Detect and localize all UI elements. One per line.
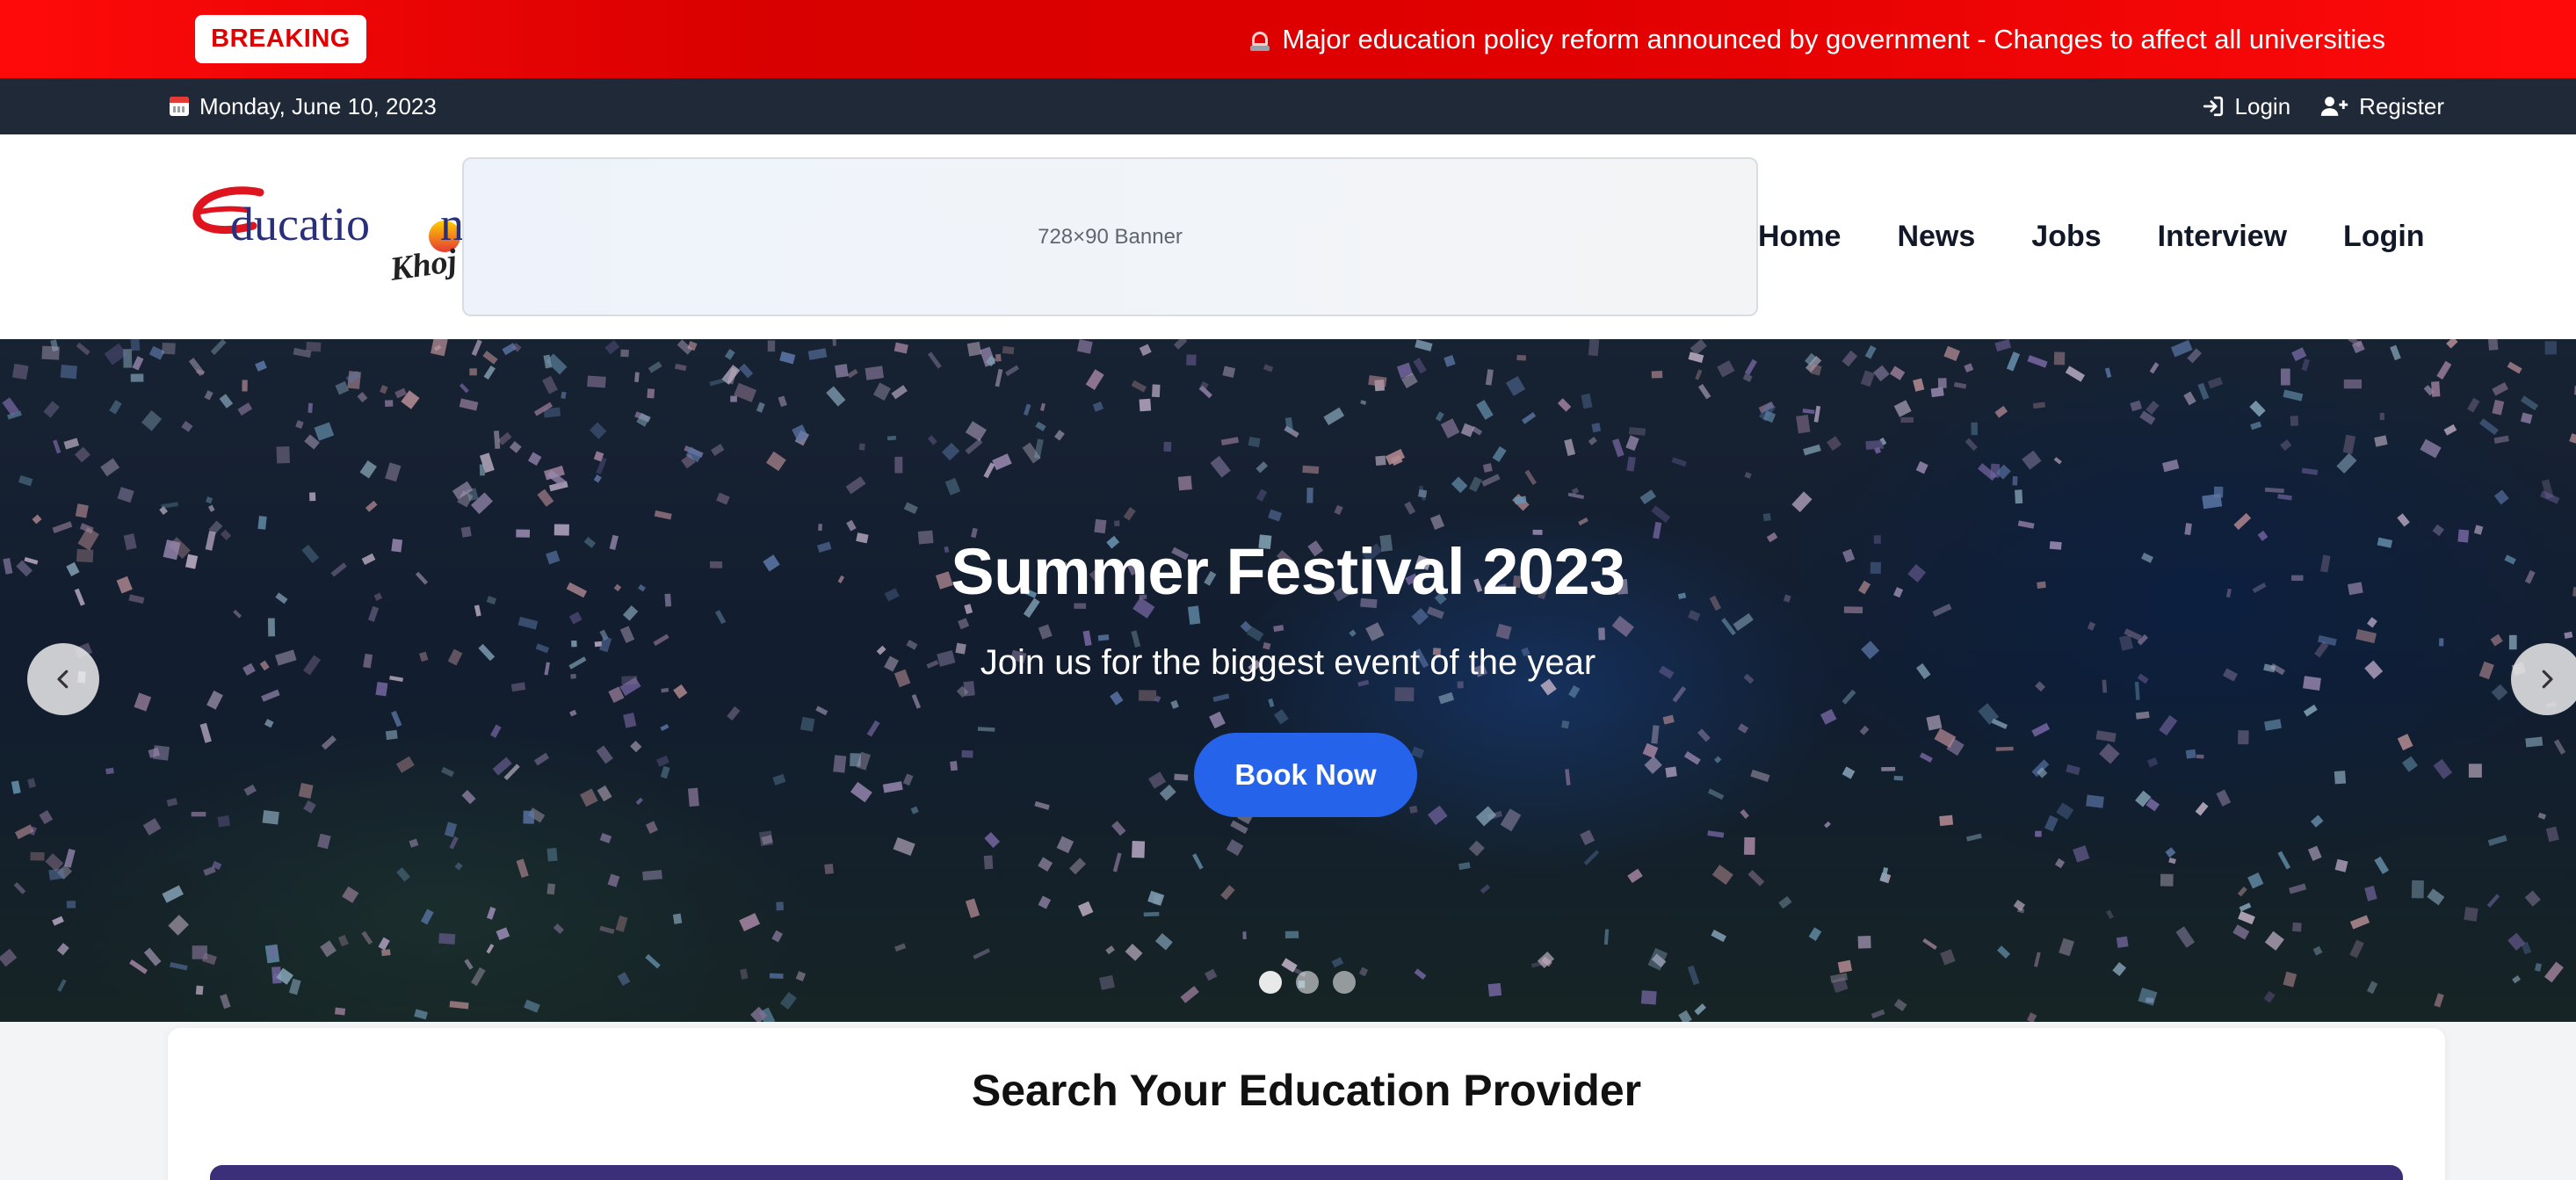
carousel-dot-2[interactable] bbox=[1296, 971, 1319, 994]
nav-login[interactable]: Login bbox=[2315, 220, 2453, 254]
nav-interview[interactable]: Interview bbox=[2130, 220, 2315, 254]
chevron-right-icon bbox=[2542, 670, 2553, 689]
carousel-dot-3[interactable] bbox=[1333, 971, 1356, 994]
login-link[interactable]: Login bbox=[2202, 92, 2291, 120]
nav-news[interactable]: News bbox=[1869, 220, 2003, 254]
breaking-headline[interactable]: Major education policy reform announced … bbox=[1282, 24, 2385, 55]
svg-text:Khoj: Khoj bbox=[387, 243, 459, 288]
ad-banner[interactable]: 728×90 Banner bbox=[462, 157, 1758, 316]
ad-banner-label: 728×90 Banner bbox=[1038, 224, 1183, 249]
nav-home[interactable]: Home bbox=[1758, 220, 1869, 254]
carousel-prev-button[interactable] bbox=[27, 643, 99, 715]
register-link[interactable]: Register bbox=[2320, 93, 2444, 120]
register-label: Register bbox=[2359, 92, 2444, 119]
hero-title: Summer Festival 2023 bbox=[951, 535, 1625, 608]
calendar-icon bbox=[170, 97, 189, 116]
top-utility-bar: Monday, June 10, 2023 Login Register bbox=[0, 78, 2576, 134]
carousel-next-button[interactable] bbox=[2511, 643, 2576, 715]
svg-text:ducatio: ducatio bbox=[230, 198, 370, 250]
search-section: Search Your Education Provider bbox=[168, 1028, 2445, 1180]
breaking-badge: BREAKING bbox=[195, 15, 366, 63]
carousel-dot-1[interactable] bbox=[1259, 971, 1282, 994]
site-logo[interactable]: ducatio n Khoj bbox=[192, 177, 464, 300]
siren-icon bbox=[1250, 28, 1270, 51]
current-date: Monday, June 10, 2023 bbox=[199, 92, 437, 119]
chevron-left-icon bbox=[57, 670, 69, 689]
auth-links: Login Register bbox=[2202, 78, 2444, 134]
user-plus-icon bbox=[2321, 97, 2348, 116]
search-title: Search Your Education Provider bbox=[971, 1066, 1642, 1115]
nav-jobs[interactable]: Jobs bbox=[2003, 220, 2129, 254]
breaking-news-bar: BREAKING Major education policy reform a… bbox=[0, 0, 2576, 78]
hero-subtitle: Join us for the biggest event of the yea… bbox=[980, 643, 1596, 682]
site-header: ducatio n Khoj 728×90 Banner Home News J… bbox=[0, 134, 2576, 339]
education-khoj-logo: ducatio n Khoj bbox=[192, 186, 464, 288]
hero-carousel: Summer Festival 2023 Join us for the big… bbox=[0, 339, 2576, 1022]
sign-in-icon bbox=[2203, 96, 2223, 117]
date-display: Monday, June 10, 2023 bbox=[170, 78, 437, 134]
login-label: Login bbox=[2234, 92, 2291, 119]
search-bar[interactable] bbox=[210, 1165, 2403, 1180]
book-now-button[interactable]: Book Now bbox=[1194, 733, 1417, 817]
main-nav: Home News Jobs Interview Login bbox=[1758, 134, 2453, 339]
carousel-indicators bbox=[1259, 971, 1356, 994]
breaking-ticker[interactable]: Major education policy reform announced … bbox=[1250, 0, 2385, 78]
